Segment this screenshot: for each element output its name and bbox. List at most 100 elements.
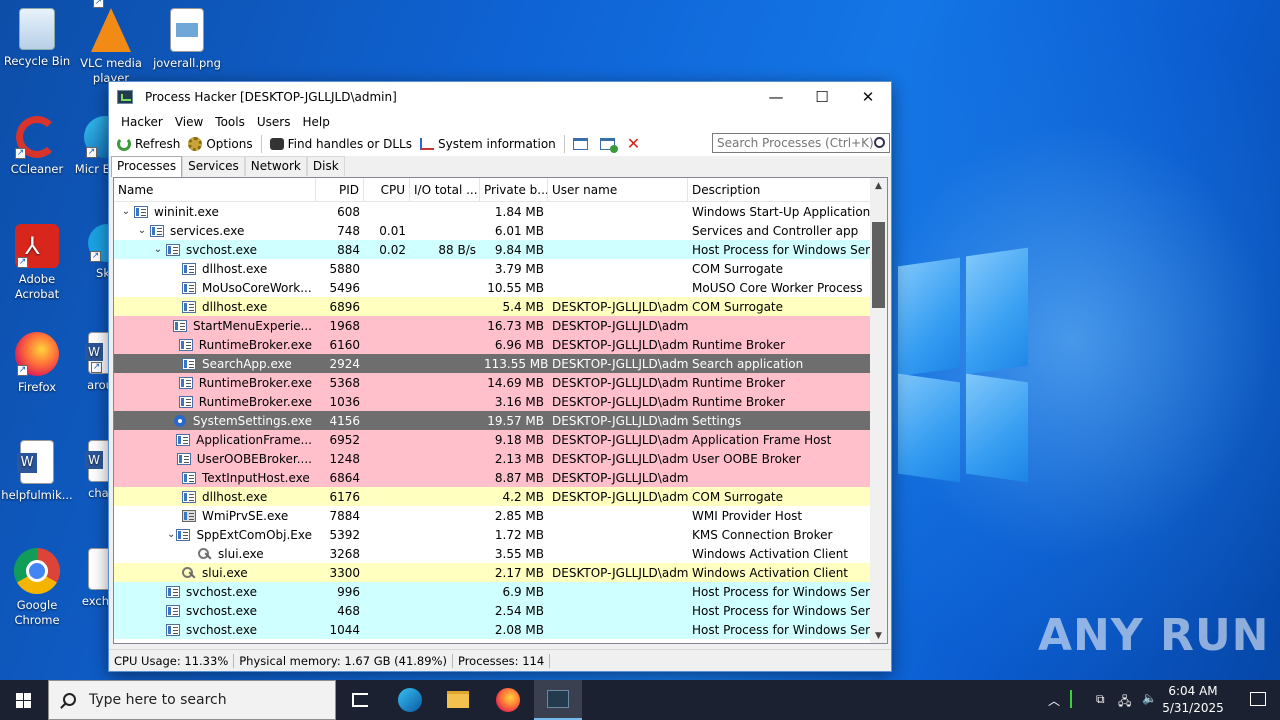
terminate-button[interactable]: ✕ [623, 133, 651, 155]
window-icon [572, 138, 588, 150]
column-io-total[interactable]: I/O total ... [410, 178, 480, 201]
close-icon: ✕ [626, 134, 641, 153]
taskbar-clock[interactable]: 6:04 AM 5/31/2025 [1158, 683, 1228, 717]
process-name-cell: ⌄ services.exe [114, 224, 316, 238]
process-row[interactable]: RuntimeBroker.exe 5368 14.69 MB DESKTOP-JGL… [114, 373, 871, 392]
process-row[interactable]: TextInputHost.exe 6864 8.87 MB DESKTOP-JGLL… [114, 468, 871, 487]
expand-toggle-icon[interactable]: ⌄ [118, 206, 134, 217]
title-bar[interactable]: Process Hacker [DESKTOP-JGLLJLD\admin] —… [109, 82, 891, 112]
process-pid-cell: 6896 [329, 299, 360, 314]
window-button[interactable] [569, 133, 596, 155]
menu-help[interactable]: Help [296, 115, 335, 129]
taskbar-process-hacker[interactable] [534, 680, 582, 720]
taskbar-firefox[interactable] [484, 680, 532, 720]
system-information-button[interactable]: System information [416, 133, 560, 155]
menu-view[interactable]: View [169, 115, 209, 129]
process-list: Name PID CPU I/O total ... Private b... … [113, 177, 888, 644]
process-row[interactable]: MoUsoCoreWork... 5496 10.55 MB MoUSO Core W… [114, 278, 871, 297]
column-pid[interactable]: PID [316, 178, 364, 201]
desktop-icon-google-chrome[interactable]: Google Chrome [0, 548, 74, 628]
desktop-icon-adobe-acrobat[interactable]: ⅄ ↗ Adobe Acrobat [0, 224, 74, 302]
desktop-icon-helpfulmik[interactable]: W helpfulmik... [0, 440, 74, 503]
minimize-button[interactable]: — [753, 82, 799, 112]
vertical-scrollbar[interactable]: ▲ ▼ [870, 178, 887, 643]
start-button[interactable] [0, 680, 48, 720]
process-row[interactable]: ⌄ SppExtComObj.Exe 5392 1.72 MB KMS Connecti… [114, 525, 871, 544]
taskbar-edge[interactable] [386, 680, 434, 720]
process-row[interactable]: svchost.exe 1044 2.08 MB Host Process for W… [114, 620, 871, 639]
tray-chevron-up-icon[interactable]: ︿ [1048, 692, 1060, 720]
process-row[interactable]: RuntimeBroker.exe 6160 6.96 MB DESKTOP-JGLL… [114, 335, 871, 354]
desktop-icon-recycle-bin[interactable]: Recycle Bin [0, 8, 74, 69]
process-row[interactable]: ⌄ svchost.exe 884 0.02 88 B/s 9.84 MB Host Pro… [114, 240, 871, 259]
process-row[interactable]: ⌄ wininit.exe 608 1.84 MB Windows Start-Up A… [114, 202, 871, 221]
process-desc-cell: Runtime Broker [692, 375, 786, 390]
tray-network-icon[interactable]: 🖧 [1118, 692, 1131, 720]
process-name-cell: SystemSettings.exe [114, 414, 316, 428]
process-row[interactable]: UserOOBEBroker.... 1248 2.13 MB DESKTOP-JGL… [114, 449, 871, 468]
column-user-name[interactable]: User name [548, 178, 688, 201]
notification-center-icon[interactable] [1250, 692, 1266, 706]
tab-services[interactable]: Services [182, 156, 245, 176]
process-priv-cell: 16.73 MB [487, 318, 544, 333]
find-handles-button[interactable]: Find handles or DLLs [266, 133, 416, 155]
process-pid-cell: 748 [337, 223, 360, 238]
desktop-icon-joverall-png[interactable]: joverall.png [150, 8, 224, 71]
chrome-icon [14, 548, 60, 594]
process-row[interactable]: slui.exe 3300 2.17 MB DESKTOP-JGLLJLD\admi W… [114, 563, 871, 582]
tab-processes[interactable]: Processes [111, 156, 183, 177]
maximize-button[interactable]: ☐ [799, 82, 845, 112]
tray-process-hacker-icon[interactable] [1070, 690, 1086, 708]
process-row[interactable]: ApplicationFrame... 6952 9.18 MB DESKTOP-JG… [114, 430, 871, 449]
taskbar-search-box[interactable]: Type here to search [48, 680, 336, 720]
menu-tools[interactable]: Tools [209, 115, 251, 129]
task-view-button[interactable] [336, 680, 384, 720]
expand-toggle-icon[interactable]: ⌄ [134, 225, 150, 236]
process-row[interactable]: svchost.exe 468 2.54 MB Host Process for Wi… [114, 601, 871, 620]
search-processes-input[interactable] [712, 133, 890, 153]
refresh-button[interactable]: Refresh [113, 133, 184, 155]
window-title: Process Hacker [DESKTOP-JGLLJLD\admin] [145, 90, 397, 104]
desktop-icon-vlc[interactable]: ↗ VLC media player [74, 0, 148, 86]
process-row[interactable]: svchost.exe 996 6.9 MB Host Process for Win… [114, 582, 871, 601]
process-row[interactable]: SystemSettings.exe 4156 19.57 MB DESKTOP-JG… [114, 411, 871, 430]
process-icon [134, 205, 148, 218]
scroll-down-icon[interactable]: ▼ [870, 628, 887, 643]
process-row[interactable]: dllhost.exe 6176 4.2 MB DESKTOP-JGLLJLD\adm… [114, 487, 871, 506]
process-row[interactable]: ⌄ services.exe 748 0.01 6.01 MB Services and … [114, 221, 871, 240]
scroll-up-icon[interactable]: ▲ [870, 178, 887, 195]
tray-network-device-icon[interactable]: ⧉ [1096, 692, 1105, 720]
search-icon[interactable] [874, 137, 885, 148]
process-row[interactable]: WmiPrvSE.exe 7884 2.85 MB WMI Provider Host [114, 506, 871, 525]
process-pid-cell: 6176 [329, 489, 360, 504]
column-private-bytes[interactable]: Private b... [480, 178, 548, 201]
column-name[interactable]: Name [114, 178, 316, 201]
process-row[interactable]: dllhost.exe 5880 3.79 MB COM Surrogate [114, 259, 871, 278]
window-add-button[interactable] [596, 133, 623, 155]
process-row[interactable]: SearchApp.exe 2924 113.55 MB DESKTOP-JGLLJL… [114, 354, 871, 373]
menu-hacker[interactable]: Hacker [115, 115, 169, 129]
process-desc-cell: COM Surrogate [692, 489, 784, 504]
process-row[interactable]: slui.exe 3268 3.55 MB Windows Activation Cl… [114, 544, 871, 563]
expand-toggle-icon[interactable]: ⌄ [166, 529, 176, 540]
process-row[interactable]: RuntimeBroker.exe 1036 3.16 MB DESKTOP-JGLL… [114, 392, 871, 411]
taskbar-search-placeholder: Type here to search [89, 692, 227, 708]
desktop-icon-firefox[interactable]: ↗ Firefox [0, 332, 74, 395]
column-cpu[interactable]: CPU [364, 178, 410, 201]
tab-disk[interactable]: Disk [306, 156, 345, 176]
taskbar-file-explorer[interactable] [434, 680, 482, 720]
tab-network[interactable]: Network [244, 156, 307, 176]
tray-volume-icon[interactable]: 🔈 [1142, 691, 1157, 720]
desktop-icon-ccleaner[interactable]: ↗ CCleaner [0, 116, 74, 177]
close-button[interactable]: ✕ [845, 82, 891, 112]
process-row[interactable]: StartMenuExperie... 1968 16.73 MB DESKTOP-J… [114, 316, 871, 335]
process-row[interactable]: dllhost.exe 6896 5.4 MB DESKTOP-JGLLJLD\adm… [114, 297, 871, 316]
process-desc-cell: Application Frame Host [692, 432, 832, 447]
gear-icon [188, 137, 203, 151]
column-description[interactable]: Description [688, 178, 871, 201]
scroll-thumb[interactable] [872, 222, 885, 308]
expand-toggle-icon[interactable]: ⌄ [150, 244, 166, 255]
menu-users[interactable]: Users [251, 115, 297, 129]
options-button[interactable]: Options [184, 133, 256, 155]
process-icon [176, 433, 191, 446]
